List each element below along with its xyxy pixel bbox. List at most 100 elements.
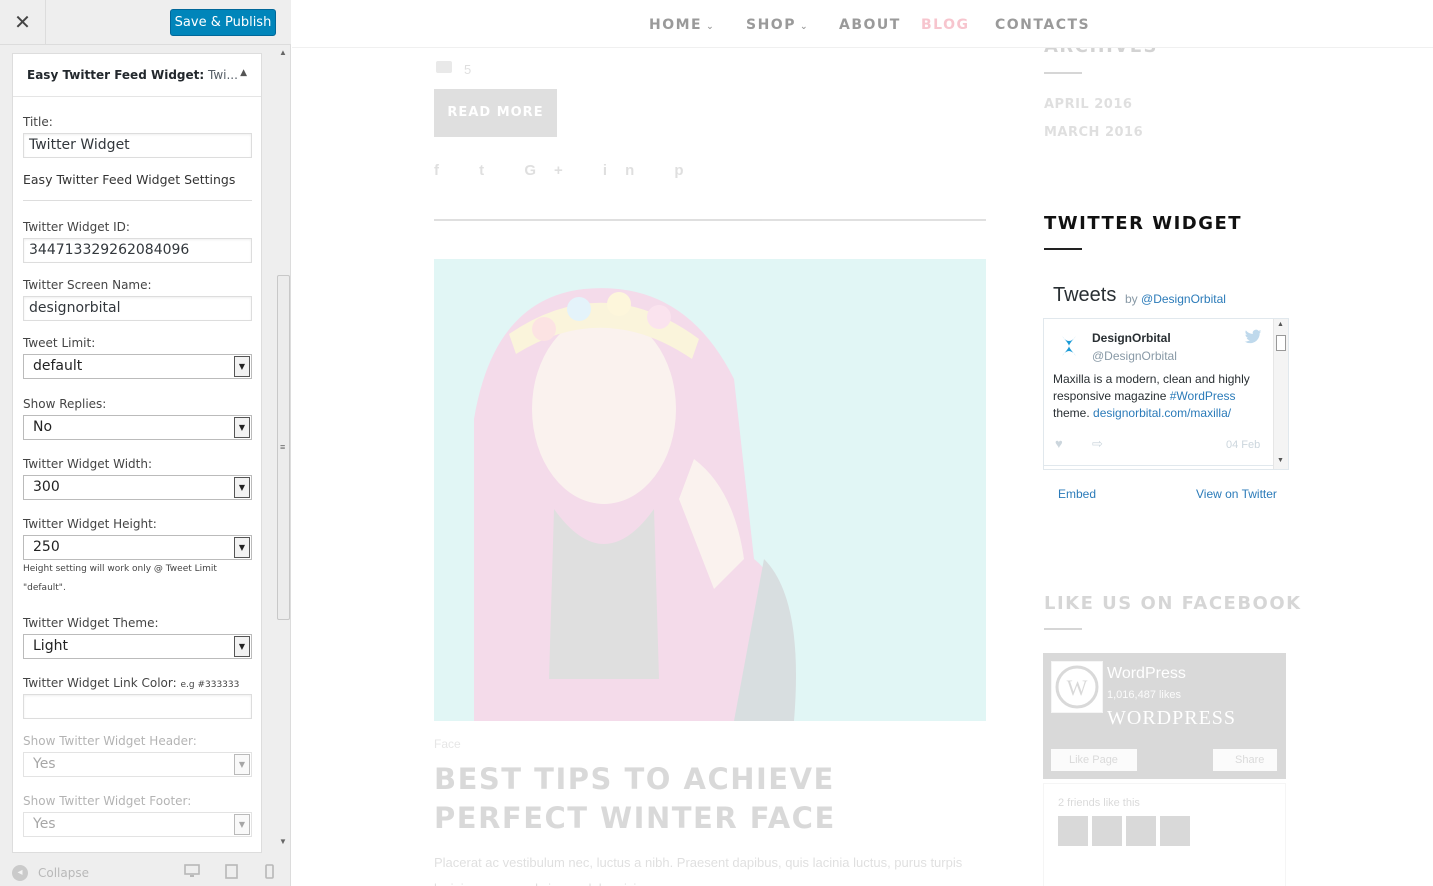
link-color-label-text: Twitter Widget Link Color: bbox=[23, 676, 177, 690]
widget-panel-header[interactable]: Easy Twitter Feed Widget: Twi... ▲ bbox=[13, 54, 261, 97]
settings-heading: Easy Twitter Feed Widget Settings bbox=[23, 172, 236, 187]
widget-width-select[interactable]: 300 ▼ bbox=[23, 475, 252, 500]
tablet-preview-icon[interactable] bbox=[225, 864, 238, 883]
chevron-down-icon: ⌄ bbox=[706, 22, 716, 32]
designorbital-logo-icon[interactable] bbox=[1056, 333, 1082, 359]
comment-icon bbox=[436, 61, 452, 73]
link-color-input[interactable] bbox=[23, 694, 252, 719]
screen-name-group: Twitter Screen Name: designorbital bbox=[23, 277, 252, 321]
scroll-up-icon[interactable]: ▲ bbox=[279, 48, 287, 57]
show-footer-label: Show Twitter Widget Footer: bbox=[23, 794, 192, 808]
scrollbar-thumb[interactable]: ≡ bbox=[277, 275, 290, 620]
site-nav: HOME ⌄ SHOP ⌄ ABOUT BLOG CONTACTS bbox=[292, 0, 1433, 48]
widget-id-input[interactable]: 344713329262084096 bbox=[23, 238, 252, 263]
twitter-bird-icon[interactable] bbox=[1244, 329, 1262, 345]
chevron-down-icon: ⌄ bbox=[799, 22, 810, 32]
nav-contacts[interactable]: CONTACTS bbox=[995, 17, 1090, 33]
tweet-handle[interactable]: @DesignOrbital bbox=[1092, 349, 1177, 363]
post-title[interactable]: BEST TIPS TO ACHIEVE PERFECT WINTER FACE bbox=[434, 760, 994, 838]
tweet-hashtag[interactable]: #WordPress bbox=[1170, 389, 1236, 403]
widget-height-select[interactable]: 250 ▼ bbox=[23, 535, 252, 560]
show-footer-select[interactable]: Yes ▼ bbox=[23, 812, 252, 837]
close-icon[interactable]: ✕ bbox=[0, 0, 46, 45]
facebook-wordmark: WORDPRESS bbox=[1107, 707, 1237, 729]
friend-avatar[interactable] bbox=[1160, 816, 1190, 846]
embed-link[interactable]: Embed bbox=[1058, 487, 1096, 501]
sidebar-scrollbar[interactable]: ▲ ≡ ▼ bbox=[276, 45, 291, 851]
tweet-date[interactable]: 04 Feb bbox=[1226, 439, 1260, 451]
nav-home[interactable]: HOME ⌄ bbox=[649, 17, 715, 33]
read-more-button[interactable]: READ MORE bbox=[434, 89, 557, 137]
archive-link[interactable]: MARCH 2016 bbox=[1044, 125, 1143, 140]
screen-name-input[interactable]: designorbital bbox=[23, 296, 252, 321]
tweets-by: by @DesignOrbital bbox=[1125, 292, 1226, 306]
chevron-down-icon[interactable]: ▼ bbox=[234, 814, 250, 835]
friend-avatar[interactable] bbox=[1126, 816, 1156, 846]
mobile-preview-icon[interactable] bbox=[265, 864, 274, 883]
widget-panel: Easy Twitter Feed Widget: Twi... ▲ Title… bbox=[12, 53, 262, 853]
show-header-select[interactable]: Yes ▼ bbox=[23, 752, 252, 777]
scroll-down-icon[interactable]: ▼ bbox=[279, 837, 287, 846]
friend-avatar[interactable] bbox=[1058, 816, 1088, 846]
share-icon[interactable]: ⇨ bbox=[1092, 436, 1103, 452]
friend-avatar[interactable] bbox=[1092, 816, 1122, 846]
widget-height-value: 250 bbox=[33, 539, 60, 555]
chevron-down-icon[interactable]: ▼ bbox=[234, 356, 250, 377]
link-color-hint: e.g #333333 bbox=[180, 680, 240, 690]
twitter-timeline[interactable]: DesignOrbital @DesignOrbital Maxilla is … bbox=[1043, 318, 1289, 470]
twitter-widget-underline bbox=[1044, 248, 1082, 250]
tweets-by-handle[interactable]: @DesignOrbital bbox=[1141, 292, 1226, 306]
nav-about[interactable]: ABOUT bbox=[839, 17, 901, 33]
chevron-down-icon[interactable]: ▼ bbox=[234, 754, 250, 775]
scroll-up-icon[interactable]: ▲ bbox=[1277, 321, 1284, 328]
tweet-limit-select[interactable]: default ▼ bbox=[23, 354, 252, 379]
facebook-like-button[interactable]: Like Page bbox=[1051, 749, 1137, 771]
archives-underline bbox=[1044, 72, 1082, 74]
timeline-scroll-thumb[interactable] bbox=[1276, 335, 1286, 351]
tweet-author[interactable]: DesignOrbital bbox=[1092, 331, 1171, 345]
nav-blog[interactable]: BLOG bbox=[921, 17, 970, 33]
settings-divider bbox=[23, 200, 252, 201]
show-header-label: Show Twitter Widget Header: bbox=[23, 734, 197, 748]
customizer-sidebar: ✕ Save & Publish Easy Twitter Feed Widge… bbox=[0, 0, 291, 886]
share-icons[interactable]: f t G+ in p bbox=[434, 162, 702, 179]
show-header-value: Yes bbox=[33, 756, 56, 772]
widget-height-group: Twitter Widget Height: 250 ▼ Height setti… bbox=[23, 516, 252, 598]
chevron-down-icon[interactable]: ▼ bbox=[234, 636, 250, 657]
widget-width-value: 300 bbox=[33, 479, 60, 495]
collapse-arrow-icon[interactable]: ▲ bbox=[240, 68, 247, 78]
widget-id-label: Twitter Widget ID: bbox=[23, 220, 130, 234]
view-on-twitter-link[interactable]: View on Twitter bbox=[1196, 487, 1277, 501]
scroll-down-icon[interactable]: ▼ bbox=[1277, 457, 1284, 464]
widget-width-group: Twitter Widget Width: 300 ▼ bbox=[23, 456, 252, 500]
chevron-down-icon[interactable]: ▼ bbox=[234, 417, 250, 438]
chevron-down-icon[interactable]: ▼ bbox=[234, 477, 250, 498]
widget-id-group: Twitter Widget ID: 344713329262084096 bbox=[23, 219, 252, 263]
tweets-heading: Tweets bbox=[1053, 284, 1117, 306]
site-preview: 5 READ MORE f t G+ in p Face BEST TIPS T… bbox=[292, 0, 1433, 886]
archive-link[interactable]: APRIL 2016 bbox=[1044, 97, 1132, 112]
save-publish-button[interactable]: Save & Publish bbox=[170, 9, 276, 36]
post-featured-image[interactable] bbox=[434, 259, 986, 721]
post-category[interactable]: Face bbox=[434, 737, 461, 751]
facebook-page-name[interactable]: WordPress bbox=[1107, 665, 1186, 683]
nav-home-label: HOME bbox=[649, 17, 703, 33]
collapse-icon[interactable]: ◂ bbox=[12, 865, 28, 881]
tweet-link[interactable]: designorbital.com/maxilla/ bbox=[1093, 406, 1231, 420]
nav-shop[interactable]: SHOP ⌄ bbox=[746, 17, 809, 33]
nav-shop-label: SHOP bbox=[746, 17, 796, 33]
chevron-down-icon[interactable]: ▼ bbox=[234, 537, 250, 558]
title-label: Title: bbox=[23, 115, 53, 129]
link-color-group: Twitter Widget Link Color: e.g #333333 bbox=[23, 675, 252, 719]
facebook-page-plugin[interactable]: W WordPress 1,016,487 likes WORDPRESS Li… bbox=[1043, 653, 1286, 779]
desktop-preview-icon[interactable] bbox=[184, 864, 200, 882]
tweet-limit-value: default bbox=[33, 358, 83, 374]
widget-theme-select[interactable]: Light ▼ bbox=[23, 634, 252, 659]
collapse-label[interactable]: Collapse bbox=[38, 866, 89, 880]
heart-icon[interactable]: ♥ bbox=[1055, 436, 1063, 451]
title-input[interactable]: Twitter Widget bbox=[23, 133, 252, 158]
grip-icon: ≡ bbox=[280, 442, 286, 452]
timeline-scrollbar[interactable]: ▲ ▼ bbox=[1273, 319, 1288, 469]
facebook-share-button[interactable]: Share bbox=[1213, 749, 1277, 771]
show-replies-select[interactable]: No ▼ bbox=[23, 415, 252, 440]
